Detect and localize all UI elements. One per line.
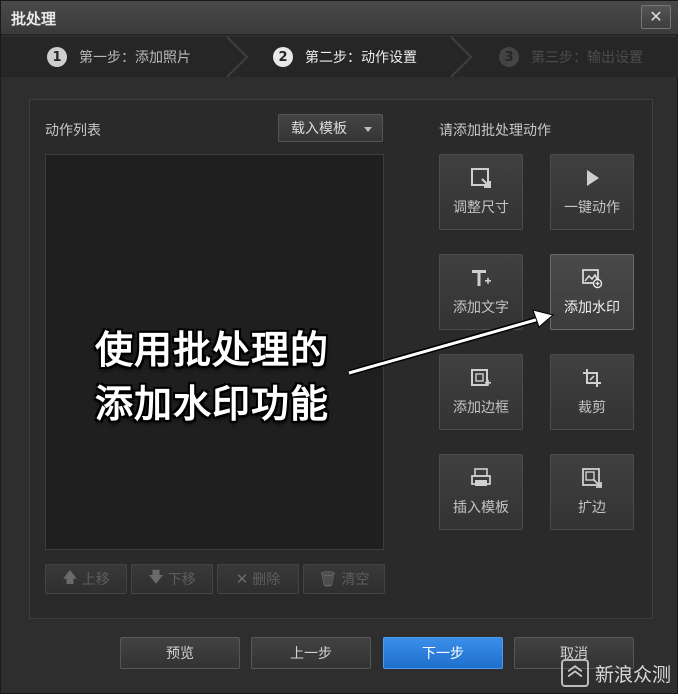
step-2-label: 第二步：动作设置 xyxy=(305,50,417,66)
text-icon xyxy=(472,270,491,286)
insert-template-label: 插入模板 xyxy=(453,500,509,516)
expand-icon xyxy=(582,468,602,488)
crop-icon xyxy=(583,369,601,387)
arrow-down-icon: 🡇 xyxy=(148,567,164,586)
play-icon xyxy=(587,170,599,186)
step-2-number: 2 xyxy=(273,47,293,67)
step-separator-icon xyxy=(450,37,473,77)
site-watermark: 新浪众测 xyxy=(560,659,671,687)
expand-tile[interactable]: 扩边 xyxy=(550,454,634,530)
step-2[interactable]: 2 第二步：动作设置 xyxy=(273,37,417,77)
step-1[interactable]: 1 第一步：添加照片 xyxy=(47,37,191,77)
step-bar: 1 第一步：添加照片 2 第二步：动作设置 3 第三步：输出设置 xyxy=(1,37,678,77)
annotation-line-2: 添加水印功能 xyxy=(95,382,330,426)
delete-button[interactable]: ✕ 删除 xyxy=(217,564,299,594)
add-text-label: 添加文字 xyxy=(453,300,509,316)
crop-label: 裁剪 xyxy=(578,400,606,416)
trash-icon: 🗑 xyxy=(318,570,338,588)
frame-icon xyxy=(471,369,491,386)
step-1-label: 第一步：添加照片 xyxy=(79,50,191,66)
clear-label: 清空 xyxy=(341,572,370,588)
action-list-label: 动作列表 xyxy=(45,123,101,139)
one-click-action-label: 一键动作 xyxy=(564,200,620,216)
annotation-line-1: 使用批处理的 xyxy=(95,328,330,372)
arrow-up-icon: 🡅 xyxy=(62,567,78,586)
move-up-label: 上移 xyxy=(81,572,110,588)
crop-tile[interactable]: 裁剪 xyxy=(550,354,634,430)
sina-logo-icon xyxy=(560,659,589,687)
title-bar: 批处理 ✕ xyxy=(1,1,678,35)
move-down-label: 下移 xyxy=(167,572,196,588)
step-3-number: 3 xyxy=(499,47,519,67)
next-step-button[interactable]: 下一步 xyxy=(383,637,503,669)
move-up-button[interactable]: 🡅 上移 xyxy=(45,564,127,594)
resize-icon xyxy=(471,168,491,188)
expand-label: 扩边 xyxy=(578,500,606,516)
watermark-icon xyxy=(582,269,603,289)
chevron-down-icon xyxy=(364,127,372,132)
close-icon: ✕ xyxy=(235,570,249,588)
close-button[interactable]: ✕ xyxy=(641,5,671,29)
insert-template-tile[interactable]: 插入模板 xyxy=(439,454,523,530)
resize-tile[interactable]: 调整尺寸 xyxy=(439,154,523,230)
resize-label: 调整尺寸 xyxy=(453,200,509,216)
add-frame-tile[interactable]: 添加边框 xyxy=(439,354,523,430)
step-separator-icon xyxy=(226,37,249,77)
step-3[interactable]: 3 第三步：输出设置 xyxy=(499,37,643,77)
add-watermark-tile[interactable]: 添加水印 xyxy=(550,254,634,330)
one-click-action-tile[interactable]: 一键动作 xyxy=(550,154,634,230)
add-actions-label: 请添加批处理动作 xyxy=(439,123,551,139)
preview-button[interactable]: 预览 xyxy=(120,637,240,669)
step-1-number: 1 xyxy=(47,47,67,67)
add-text-tile[interactable]: 添加文字 xyxy=(439,254,523,330)
step-3-label: 第三步：输出设置 xyxy=(531,50,643,66)
add-watermark-label: 添加水印 xyxy=(564,300,620,316)
window-title: 批处理 xyxy=(11,10,57,28)
move-down-button[interactable]: 🡇 下移 xyxy=(131,564,213,594)
load-template-button[interactable]: 载入模板 xyxy=(278,114,383,142)
template-icon xyxy=(471,468,491,486)
clear-button[interactable]: 🗑 清空 xyxy=(303,564,385,594)
batch-window: 批处理 ✕ 1 第一步：添加照片 2 第二步：动作设置 3 第三步：输出设置 动… xyxy=(0,0,678,694)
annotation-text: 使用批处理的 添加水印功能 xyxy=(95,323,329,431)
delete-label: 删除 xyxy=(252,572,281,588)
load-template-label: 载入模板 xyxy=(291,121,347,137)
add-frame-label: 添加边框 xyxy=(453,400,509,416)
previous-step-button[interactable]: 上一步 xyxy=(251,637,371,669)
watermark-text: 新浪众测 xyxy=(594,663,671,686)
